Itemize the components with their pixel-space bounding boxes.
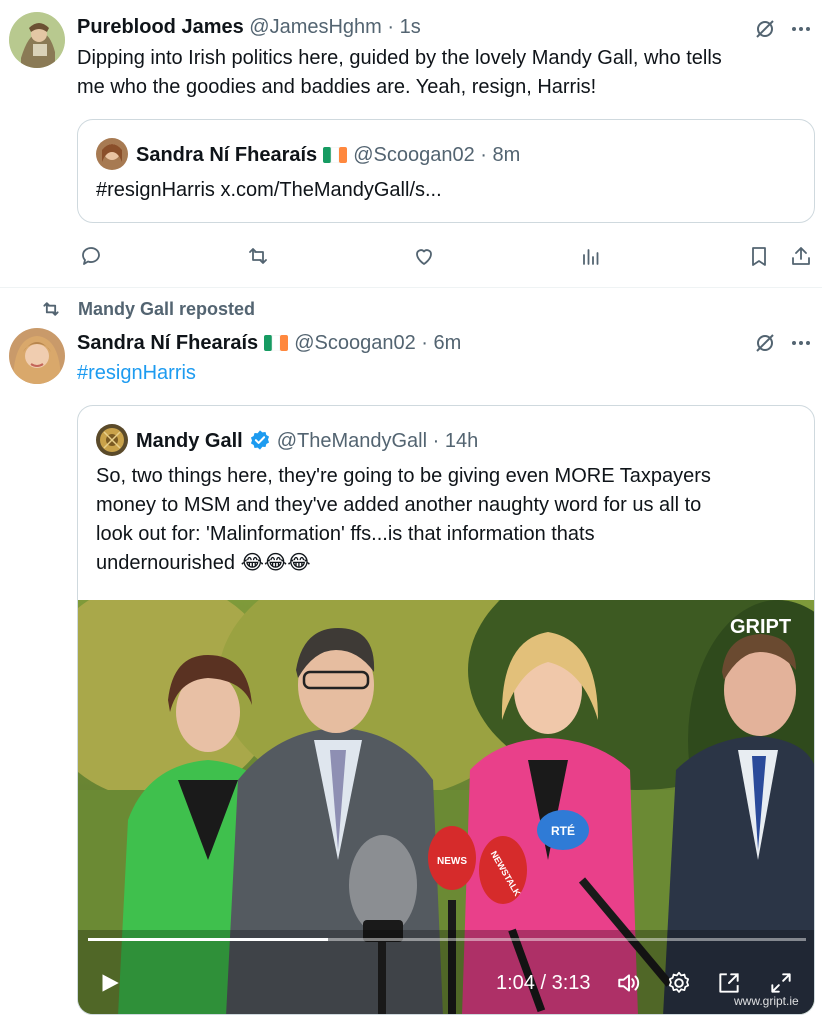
author-handle[interactable]: @JamesHghm — [249, 16, 382, 38]
timestamp[interactable]: 1s — [400, 16, 421, 38]
quote-author-handle[interactable]: @Scoogan02 — [353, 144, 475, 166]
separator-dot: · — [421, 332, 428, 354]
video-time: 1:04 / 3:13 — [496, 972, 591, 994]
quote-text-line: money to MSM and they've added another n… — [96, 494, 702, 516]
quote-author-name[interactable]: Sandra Ní Fhearaís — [136, 144, 317, 166]
video-player[interactable]: NEWS NEWSTALK RTÉ GRIPT www.gript.ie 1:0… — [78, 600, 814, 1014]
pip-icon[interactable] — [714, 968, 744, 998]
tweet-text-line: Dipping into Irish politics here, guided… — [77, 47, 722, 69]
reply-icon[interactable] — [76, 241, 106, 271]
tweet-header: Pureblood James @JamesHghm · 1s — [77, 14, 421, 40]
quote-timestamp[interactable]: 8m — [493, 144, 521, 166]
tweet-1[interactable]: Pureblood James @JamesHghm · 1s Dipping … — [0, 0, 822, 290]
views-icon[interactable] — [576, 241, 606, 271]
video-frame: NEWS NEWSTALK RTÉ — [78, 600, 814, 1014]
play-icon[interactable] — [94, 968, 124, 998]
more-icon[interactable] — [786, 14, 816, 44]
share-icon[interactable] — [786, 241, 816, 271]
separator-dot: · — [387, 16, 395, 38]
quote-avatar[interactable] — [96, 138, 128, 170]
laughing-emoji: 😂😂😂 — [240, 552, 311, 574]
mic-label: NEWS — [437, 856, 467, 867]
tweet-divider — [0, 287, 822, 288]
quote-avatar[interactable] — [96, 424, 128, 456]
quote-text-line: look out for: 'Malinformation' ffs...is … — [96, 523, 595, 545]
author-name[interactable]: Pureblood James — [77, 16, 244, 38]
mic-label: RTÉ — [551, 823, 575, 838]
tweet-text-line: me who the goodies and baddies are. Yeah… — [77, 76, 597, 98]
irish-flag-icon — [264, 332, 289, 352]
grok-icon[interactable] — [750, 14, 780, 44]
tweet-2[interactable]: Sandra Ní Fhearaís @Scoogan02 · 6m #resig… — [0, 320, 822, 1024]
avatar[interactable] — [9, 12, 65, 68]
settings-icon[interactable] — [664, 968, 694, 998]
video-progress-fill — [88, 938, 328, 941]
fullscreen-icon[interactable] — [766, 968, 796, 998]
quote-author-handle[interactable]: @TheMandyGall — [277, 430, 427, 452]
quoted-tweet[interactable]: Mandy Gall @TheMandyGall · 14h So, two th… — [77, 405, 815, 1015]
verified-badge-icon — [249, 429, 271, 451]
grok-icon[interactable] — [750, 328, 780, 358]
retweet-icon — [38, 296, 64, 322]
repost-label[interactable]: Mandy Gall reposted — [78, 299, 255, 320]
quote-text-line: undernourished 😂😂😂 — [96, 549, 806, 578]
quote-text: #resignHarris x.com/TheMandyGall/s... — [96, 179, 442, 201]
author-name[interactable]: Sandra Ní Fhearaís — [77, 332, 258, 354]
quote-text-line: So, two things here, they're going to be… — [96, 465, 711, 487]
quote-author-name[interactable]: Mandy Gall — [136, 430, 243, 452]
tweet-header: Sandra Ní Fhearaís @Scoogan02 · 6m — [77, 330, 461, 356]
author-handle[interactable]: @Scoogan02 — [294, 332, 416, 354]
more-icon[interactable] — [786, 328, 816, 358]
quote-header: Mandy Gall @TheMandyGall · 14h — [136, 428, 478, 454]
avatar[interactable] — [9, 328, 65, 384]
timestamp[interactable]: 6m — [434, 332, 462, 354]
quote-timestamp[interactable]: 14h — [445, 430, 478, 452]
quote-text-last: undernourished — [96, 552, 235, 574]
separator-dot: · — [432, 430, 440, 452]
like-icon[interactable] — [409, 241, 439, 271]
separator-dot: · — [480, 144, 487, 166]
volume-icon[interactable] — [614, 968, 644, 998]
gript-watermark: GRIPT — [730, 616, 792, 638]
bookmark-icon[interactable] — [744, 241, 774, 271]
quote-text: So, two things here, they're going to be… — [96, 462, 806, 578]
hashtag-link[interactable]: #resignHarris — [77, 359, 196, 388]
retweet-icon[interactable] — [243, 241, 273, 271]
tweet-text: Dipping into Irish politics here, guided… — [77, 44, 807, 102]
irish-flag-icon — [323, 144, 348, 164]
quote-header: Sandra Ní Fhearaís @Scoogan02 · 8m — [136, 142, 520, 168]
quoted-tweet[interactable]: Sandra Ní Fhearaís @Scoogan02 · 8m #resig… — [77, 119, 815, 223]
